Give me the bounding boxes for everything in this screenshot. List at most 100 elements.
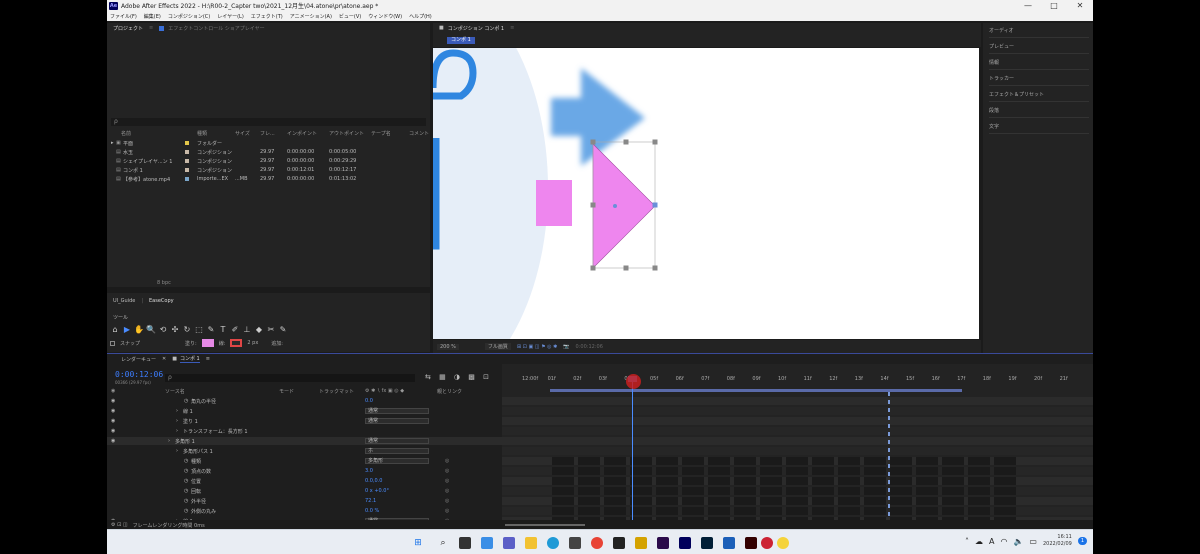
tool-icon[interactable]: ✣ (170, 324, 180, 334)
property-value[interactable]: 3.0 (365, 468, 373, 474)
project-item-row[interactable]: ▤ 水玉 コンポジション 29.97 0:00:00:00 0:00:05:00 (107, 148, 430, 156)
tool-icon[interactable]: ⊥ (242, 324, 252, 334)
stroke-width[interactable]: 2 px (247, 340, 258, 346)
tool-icon[interactable]: ✋ (134, 324, 144, 334)
clock[interactable]: 16:11 2022/02/09 (1043, 534, 1072, 548)
battery-icon[interactable]: ▭ (1029, 537, 1037, 546)
label-color-swatch[interactable] (185, 150, 189, 154)
pickwhip-icon[interactable]: ◎ (445, 508, 449, 514)
tool-icon[interactable]: ⌂ (110, 324, 120, 334)
right-panel-item[interactable]: エフェクト＆プリセット (989, 91, 1089, 102)
pickwhip-icon[interactable]: ◎ (445, 458, 449, 464)
property-value[interactable]: 72.1 (365, 498, 376, 504)
col-in[interactable]: インポイント (287, 130, 317, 137)
tool-icon[interactable]: ✂ (266, 324, 276, 334)
layer-row[interactable]: ◷ 回転 0 x +0.0° ◎ (107, 487, 502, 495)
right-panel-item[interactable]: プレビュー (989, 43, 1089, 54)
handle-bottom-mid[interactable] (623, 265, 629, 271)
widgets-icon[interactable] (481, 537, 493, 549)
label-color-swatch[interactable] (185, 168, 189, 172)
label-color-swatch[interactable] (185, 141, 189, 145)
notification-badge[interactable]: 1 (1077, 537, 1087, 545)
tab-effect-controls[interactable]: エフェクトコントロール ショアプレイヤー (168, 25, 264, 32)
project-search-input[interactable]: ρ (111, 118, 426, 126)
layer-row[interactable]: ◷ 頂点の数 3.0 ◎ (107, 467, 502, 475)
col-type[interactable]: 種類 (197, 130, 207, 137)
tab-composition[interactable]: コンポジション コンポ 1 (448, 25, 504, 32)
col-track-matte[interactable]: トラックマット (319, 388, 354, 395)
chrome-icon[interactable] (591, 537, 603, 549)
menu-animation[interactable]: アニメーション(A) (290, 13, 332, 20)
time-ruler[interactable]: 12:00f01f02f03f04f05f06f07f08f09f10f11f1… (502, 376, 1093, 390)
menu-window[interactable]: ウィンドウ(W) (368, 13, 402, 20)
layer-row[interactable]: ◷ 種類 多角形 ◎ (107, 457, 502, 465)
snap-checkbox[interactable] (110, 340, 115, 346)
illustrator-icon[interactable] (745, 537, 757, 549)
col-comment[interactable]: コメント (409, 130, 429, 137)
tool-icon[interactable]: ◆ (254, 324, 264, 334)
pickwhip-icon[interactable]: ◎ (445, 498, 449, 504)
property-value[interactable]: 0 x +0.0° (365, 488, 389, 494)
menu-edit[interactable]: 編集(E) (144, 13, 161, 20)
handle-bottom-left[interactable] (590, 265, 596, 271)
property-value[interactable]: 0.0 % (365, 508, 379, 514)
tool-icon[interactable]: ✐ (230, 324, 240, 334)
blend-mode-select[interactable]: 多角形 (365, 458, 429, 464)
eye-icon[interactable]: ◉ (111, 418, 115, 424)
right-panel-item[interactable]: 文字 (989, 123, 1089, 134)
right-panel-item[interactable]: トラッカー (989, 75, 1089, 86)
pickwhip-icon[interactable]: ◎ (445, 488, 449, 494)
layer-row[interactable]: › 多角形パス 1 ホ (107, 447, 502, 455)
tool-icon[interactable]: T (218, 324, 228, 334)
blend-mode-select[interactable]: 通常 (365, 438, 429, 444)
expand-icon[interactable]: ▸ (111, 140, 114, 146)
layer-row[interactable]: ◷ 外半径 72.1 ◎ (107, 497, 502, 505)
composition-subtab[interactable]: コンポ 1 (447, 37, 475, 44)
tab-project[interactable]: プロジェクト (113, 25, 143, 32)
lock-icon[interactable]: ■ (439, 25, 444, 31)
menu-file[interactable]: ファイル(F) (110, 13, 137, 20)
twirl-icon[interactable]: › (176, 428, 178, 434)
col-tape[interactable]: テープ名 (371, 130, 391, 137)
maximize-button[interactable]: □ (1041, 1, 1067, 10)
layer-row[interactable]: ◉ ◷ 角丸の半径 0.0 (107, 397, 502, 405)
layer-row[interactable]: ◷ 位置 0.0,0.0 ◎ (107, 477, 502, 485)
tool-icon[interactable]: ✎ (206, 324, 216, 334)
property-value[interactable]: 0.0,0.0 (365, 478, 383, 484)
twirl-icon[interactable]: ◷ (184, 478, 188, 484)
explorer-icon[interactable] (525, 537, 537, 549)
project-item-row[interactable]: ▤ コンポ 1 コンポジション 29.97 0:00:12:01 0:00:12:17 (107, 166, 430, 174)
anchor-point[interactable] (613, 204, 617, 208)
tab-close-icon[interactable]: ✕ (162, 356, 166, 362)
app-icon-blue[interactable] (723, 537, 735, 549)
eye-icon[interactable]: ◉ (111, 428, 115, 434)
layer-row[interactable]: ◉ › 線 1 通常 (107, 407, 502, 415)
project-item-row[interactable]: ▸ ▣ 平面 フォルダー (107, 139, 430, 147)
eye-icon[interactable]: ◉ (111, 388, 115, 394)
add-label[interactable]: 追加: (271, 340, 283, 347)
app-icon-yellow[interactable] (635, 537, 647, 549)
twirl-icon[interactable]: › (176, 448, 178, 454)
bpc-label[interactable]: 8 bpc (157, 280, 171, 286)
label-color-swatch[interactable] (185, 159, 189, 163)
stroke-color-swatch[interactable] (230, 339, 243, 347)
camera-icon[interactable]: 📷 (563, 344, 569, 350)
notification-app-icon[interactable] (761, 537, 773, 549)
eye-icon[interactable]: ◉ (111, 438, 115, 444)
tab-menu-icon[interactable]: ≡ (206, 356, 210, 362)
switches-icons[interactable]: ⚙ ✱ ∖ fx ▣ ◎ ◆ (365, 388, 404, 394)
close-button[interactable]: ✕ (1067, 1, 1093, 10)
right-panel-item[interactable]: 情報 (989, 59, 1089, 70)
pink-triangle[interactable] (592, 143, 656, 269)
work-area-bar[interactable] (550, 389, 962, 392)
tab-close-icon[interactable]: ≡ (149, 25, 153, 31)
tab-ui-guide[interactable]: UI_Guide (113, 298, 135, 304)
tool-icon[interactable]: ⬚ (194, 324, 204, 334)
store-icon[interactable] (569, 537, 581, 549)
col-size[interactable]: サイズ (235, 130, 250, 137)
project-item-row[interactable]: ▤ シェイプレイヤ...ン 1 コンポジション 29.97 0:00:00:00 0:00… (107, 157, 430, 165)
tab-render-queue[interactable]: レンダーキュー (121, 356, 156, 363)
col-parent[interactable]: 親とリンク (437, 388, 462, 395)
layer-row[interactable]: ◷ 外側の丸み 0.0 % ◎ (107, 507, 502, 515)
after-effects-taskbar-icon[interactable] (679, 537, 691, 549)
